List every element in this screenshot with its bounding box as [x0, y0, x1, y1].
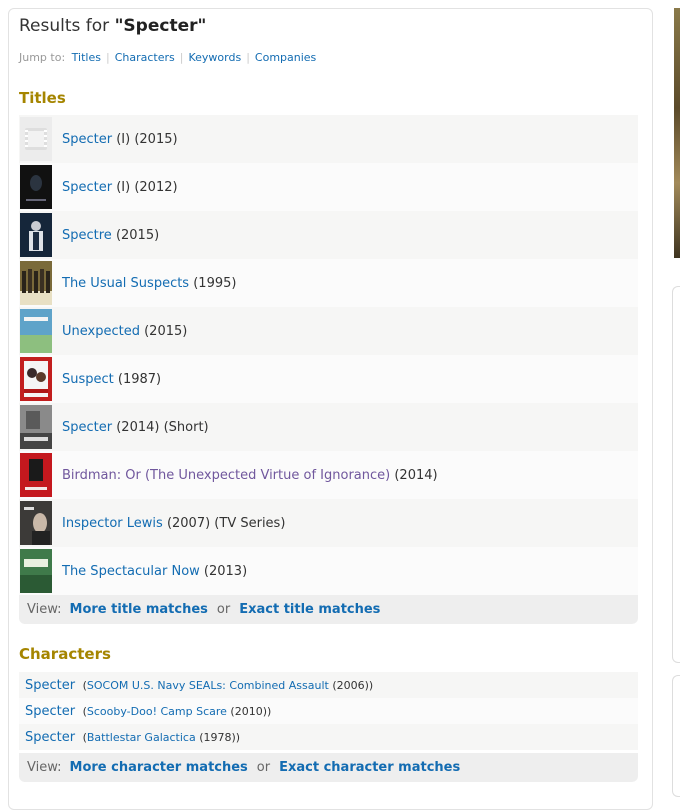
characters-heading: Characters: [19, 645, 111, 663]
side-widget: [672, 286, 680, 663]
jump-label: Jump to:: [19, 51, 66, 64]
title-link[interactable]: Specter: [62, 420, 112, 435]
title-result-text: Suspect (1987): [62, 372, 161, 387]
titles-heading: Titles: [19, 89, 66, 107]
title-result-row: The Usual Suspects (1995): [19, 259, 638, 307]
title-result-row: Suspect (1987): [19, 355, 638, 403]
view-label: View:: [27, 760, 62, 775]
jump-characters-link[interactable]: Characters: [115, 51, 175, 64]
title-result-text: Specter (I) (2015): [62, 132, 178, 147]
title-result-row: Specter (I) (2012): [19, 163, 638, 211]
title-meta: (2014): [390, 467, 438, 483]
title-result-row: Spectre (2015): [19, 211, 638, 259]
title-link[interactable]: Specter: [62, 180, 112, 195]
titles-list: Specter (I) (2015) Specter (I) (2012) Spec…: [19, 115, 638, 595]
title-link[interactable]: Suspect: [62, 372, 114, 387]
poster-thumbnail[interactable]: [20, 117, 52, 161]
title-link[interactable]: Spectre: [62, 228, 112, 243]
title-result-text: Inspector Lewis (2007) (TV Series): [62, 516, 285, 531]
title-result-text: The Spectacular Now (2013): [62, 564, 247, 579]
character-title-link[interactable]: Battlestar Galactica: [87, 731, 196, 744]
character-link[interactable]: Specter: [25, 704, 75, 719]
poster-thumbnail[interactable]: [20, 549, 52, 593]
title-result-row: Inspector Lewis (2007) (TV Series): [19, 499, 638, 547]
character-result-row: Specter (SOCOM U.S. Navy SEALs: Combined…: [19, 672, 638, 698]
exact-character-matches-link[interactable]: Exact character matches: [279, 760, 460, 775]
side-widget-2: [672, 675, 680, 797]
title-result-text: The Usual Suspects (1995): [62, 276, 236, 291]
character-link[interactable]: Specter: [25, 730, 75, 745]
poster-thumbnail[interactable]: [20, 261, 52, 305]
title-meta: (1987): [113, 371, 162, 387]
character-title-link[interactable]: SOCOM U.S. Navy SEALs: Combined Assault: [87, 679, 329, 692]
poster-thumbnail[interactable]: [20, 309, 52, 353]
poster-thumbnail[interactable]: [20, 165, 52, 209]
jump-keywords-link[interactable]: Keywords: [188, 51, 241, 64]
title-link[interactable]: Inspector Lewis: [62, 516, 163, 531]
title-meta: (2013): [199, 563, 248, 579]
more-title-matches-link[interactable]: More title matches: [70, 602, 208, 617]
or-label: or: [256, 760, 271, 775]
poster-thumbnail[interactable]: [20, 405, 52, 449]
title-result-row: Birdman: Or (The Unexpected Virtue of Ig…: [19, 451, 638, 499]
jump-to-nav: Jump to: Titles | Characters | Keywords | Comp…: [19, 51, 317, 64]
search-query: "Specter": [114, 16, 207, 36]
or-label: or: [216, 602, 231, 617]
character-title-link[interactable]: Scooby-Doo! Camp Scare: [87, 705, 227, 718]
title-result-text: Birdman: Or (The Unexpected Virtue of Ig…: [62, 468, 438, 483]
paren-open: (: [79, 730, 87, 744]
title-link[interactable]: Birdman: Or (The Unexpected Virtue of Ig…: [62, 468, 390, 483]
characters-list: Specter (SOCOM U.S. Navy SEALs: Combined…: [19, 672, 638, 750]
poster-thumbnail[interactable]: [20, 213, 52, 257]
side-banner-image[interactable]: [674, 8, 680, 258]
title-meta: (2015): [111, 227, 160, 243]
title-meta: (I) (2012): [112, 179, 178, 195]
view-label: View:: [27, 602, 62, 617]
title-result-text: Unexpected (2015): [62, 324, 187, 339]
title-meta: (2007) (TV Series): [162, 515, 286, 531]
character-title-year: (2010)): [226, 704, 272, 718]
title-result-text: Spectre (2015): [62, 228, 159, 243]
poster-thumbnail[interactable]: [20, 357, 52, 401]
character-result-row: Specter (Battlestar Galactica (1978)): [19, 724, 638, 750]
paren-open: (: [79, 678, 87, 692]
character-title-year: (1978)): [195, 730, 241, 744]
title-result-row: The Spectacular Now (2013): [19, 547, 638, 595]
title-meta: (2015): [139, 323, 188, 339]
exact-title-matches-link[interactable]: Exact title matches: [239, 602, 380, 617]
page-title: Results for "Specter": [19, 16, 206, 36]
jump-companies-link[interactable]: Companies: [255, 51, 316, 64]
title-result-text: Specter (2014) (Short): [62, 420, 209, 435]
title-link[interactable]: Specter: [62, 132, 112, 147]
poster-thumbnail[interactable]: [20, 501, 52, 545]
title-meta: (1995): [189, 275, 237, 291]
paren-open: (: [79, 704, 87, 718]
title-meta: (2014) (Short): [112, 419, 209, 435]
title-prefix: Results for: [19, 16, 115, 36]
title-result-row: Specter (2014) (Short): [19, 403, 638, 451]
character-title-year: (2006)): [328, 678, 374, 692]
title-link[interactable]: The Spectacular Now: [62, 564, 200, 579]
title-meta: (I) (2015): [112, 131, 178, 147]
character-link[interactable]: Specter: [25, 678, 75, 693]
character-result-row: Specter (Scooby-Doo! Camp Scare (2010)): [19, 698, 638, 724]
titles-view-bar: View: More title matches or Exact title …: [19, 595, 638, 624]
poster-thumbnail[interactable]: [20, 453, 52, 497]
title-link[interactable]: The Usual Suspects: [62, 276, 189, 291]
title-link[interactable]: Unexpected: [62, 324, 140, 339]
jump-titles-link[interactable]: Titles: [72, 51, 101, 64]
title-result-row: Unexpected (2015): [19, 307, 638, 355]
title-result-text: Specter (I) (2012): [62, 180, 178, 195]
title-result-row: Specter (I) (2015): [19, 115, 638, 163]
characters-view-bar: View: More character matches or Exact ch…: [19, 753, 638, 782]
more-character-matches-link[interactable]: More character matches: [70, 760, 248, 775]
